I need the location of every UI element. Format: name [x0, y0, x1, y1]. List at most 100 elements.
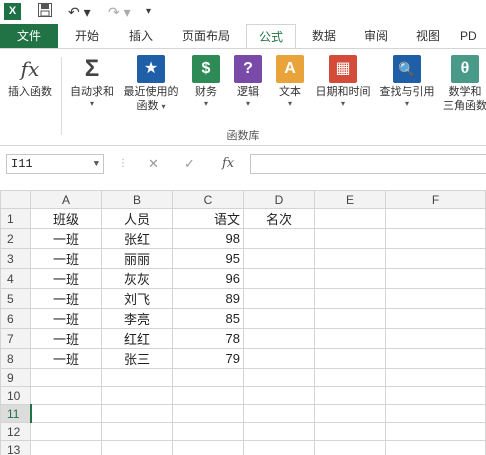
cell[interactable] — [314, 348, 386, 369]
cell[interactable]: 红红 — [101, 328, 173, 349]
cell[interactable] — [314, 404, 386, 423]
cell[interactable] — [243, 248, 315, 269]
cell[interactable]: 李亮 — [101, 308, 173, 329]
cell[interactable] — [101, 386, 173, 405]
tab-page-layout[interactable]: 页面布局 — [170, 24, 242, 48]
cell[interactable]: 名次 — [243, 208, 315, 229]
cell[interactable] — [314, 208, 386, 229]
drag-handle-icon[interactable]: ⋮ — [118, 154, 128, 174]
tab-formulas[interactable]: 公式 — [246, 24, 296, 49]
row-header[interactable]: 9 — [0, 368, 31, 387]
cell[interactable] — [243, 328, 315, 349]
tab-home[interactable]: 开始 — [62, 24, 112, 48]
cell[interactable]: 班级 — [30, 208, 102, 229]
cell[interactable] — [101, 422, 173, 441]
cell[interactable] — [101, 404, 173, 423]
cell[interactable]: 张三 — [101, 348, 173, 369]
tab-view[interactable]: 视图 — [404, 24, 452, 48]
row-header[interactable]: 7 — [0, 328, 31, 349]
cell[interactable] — [172, 386, 244, 405]
cell[interactable] — [385, 348, 486, 369]
cell[interactable]: 一班 — [30, 348, 102, 369]
cell[interactable] — [314, 440, 386, 455]
cell[interactable]: 85 — [172, 308, 244, 329]
cell[interactable] — [101, 368, 173, 387]
tab-file[interactable]: 文件 — [0, 24, 58, 48]
cell[interactable] — [101, 440, 173, 455]
cell[interactable] — [243, 422, 315, 441]
save-icon[interactable] — [37, 2, 53, 22]
cell[interactable] — [30, 368, 102, 387]
cell[interactable] — [314, 386, 386, 405]
cell[interactable] — [385, 422, 486, 441]
row-header[interactable]: 5 — [0, 288, 31, 309]
row-header[interactable]: 12 — [0, 422, 31, 441]
select-all-corner[interactable] — [0, 190, 31, 209]
column-header[interactable]: A — [30, 190, 102, 209]
undo-icon[interactable]: ↶ ▾ — [68, 2, 91, 22]
text-button[interactable]: A 文本 ▾ — [270, 55, 310, 109]
cell[interactable] — [172, 422, 244, 441]
cell[interactable] — [243, 288, 315, 309]
date-time-button[interactable]: ▦ 日期和时间 ▾ — [312, 55, 374, 109]
cell[interactable] — [172, 440, 244, 455]
cancel-icon[interactable]: ✕ — [148, 154, 159, 174]
cell[interactable] — [385, 328, 486, 349]
cell[interactable]: 丽丽 — [101, 248, 173, 269]
cell[interactable] — [243, 404, 315, 423]
formula-input[interactable] — [250, 154, 486, 174]
cell[interactable] — [30, 422, 102, 441]
cell[interactable]: 一班 — [30, 328, 102, 349]
cell[interactable]: 一班 — [30, 308, 102, 329]
cell[interactable] — [243, 228, 315, 249]
row-header[interactable]: 10 — [0, 386, 31, 405]
row-header[interactable]: 2 — [0, 228, 31, 249]
column-header[interactable]: B — [101, 190, 173, 209]
cell[interactable]: 一班 — [30, 248, 102, 269]
cell[interactable]: 98 — [172, 228, 244, 249]
cell[interactable] — [385, 208, 486, 229]
cell[interactable] — [385, 404, 486, 423]
cell[interactable] — [243, 368, 315, 387]
tab-data[interactable]: 数据 — [300, 24, 348, 48]
financial-button[interactable]: $ 财务 ▾ — [186, 55, 226, 109]
cell[interactable]: 79 — [172, 348, 244, 369]
fx-icon[interactable]: fx — [222, 154, 234, 174]
cell[interactable] — [385, 440, 486, 455]
cell[interactable] — [314, 228, 386, 249]
cell[interactable]: 张红 — [101, 228, 173, 249]
cell[interactable] — [385, 228, 486, 249]
name-box[interactable]: I11 ▼ — [6, 154, 104, 174]
cell[interactable] — [30, 386, 102, 405]
redo-icon[interactable]: ↷ ▾ — [108, 2, 131, 22]
row-header[interactable]: 8 — [0, 348, 31, 369]
cell[interactable]: 96 — [172, 268, 244, 289]
cell[interactable] — [172, 368, 244, 387]
math-trig-button[interactable]: θ 数学和 三角函数 — [440, 55, 486, 113]
cell[interactable]: 一班 — [30, 228, 102, 249]
cell[interactable] — [30, 440, 102, 455]
excel-app-icon[interactable]: X — [4, 3, 21, 20]
customize-qat-icon[interactable]: ▾ — [146, 2, 151, 22]
chevron-down-icon[interactable]: ▼ — [94, 155, 99, 173]
cell[interactable] — [243, 386, 315, 405]
recently-used-button[interactable]: ★ 最近使用的 函数 ▾ — [120, 55, 182, 113]
row-header[interactable]: 3 — [0, 248, 31, 269]
row-header[interactable]: 4 — [0, 268, 31, 289]
column-header[interactable]: E — [314, 190, 386, 209]
cell[interactable]: 灰灰 — [101, 268, 173, 289]
cell[interactable] — [314, 328, 386, 349]
cell[interactable] — [385, 268, 486, 289]
cell[interactable] — [385, 248, 486, 269]
cell[interactable] — [385, 386, 486, 405]
row-header[interactable]: 1 — [0, 208, 31, 229]
enter-icon[interactable]: ✓ — [184, 154, 195, 174]
cell[interactable] — [314, 368, 386, 387]
cell[interactable]: 一班 — [30, 268, 102, 289]
insert-function-button[interactable]: fx 插入函数 — [4, 55, 56, 99]
cell[interactable] — [385, 288, 486, 309]
column-header[interactable]: C — [172, 190, 244, 209]
cell[interactable]: 95 — [172, 248, 244, 269]
cell[interactable]: 89 — [172, 288, 244, 309]
cell[interactable] — [314, 268, 386, 289]
